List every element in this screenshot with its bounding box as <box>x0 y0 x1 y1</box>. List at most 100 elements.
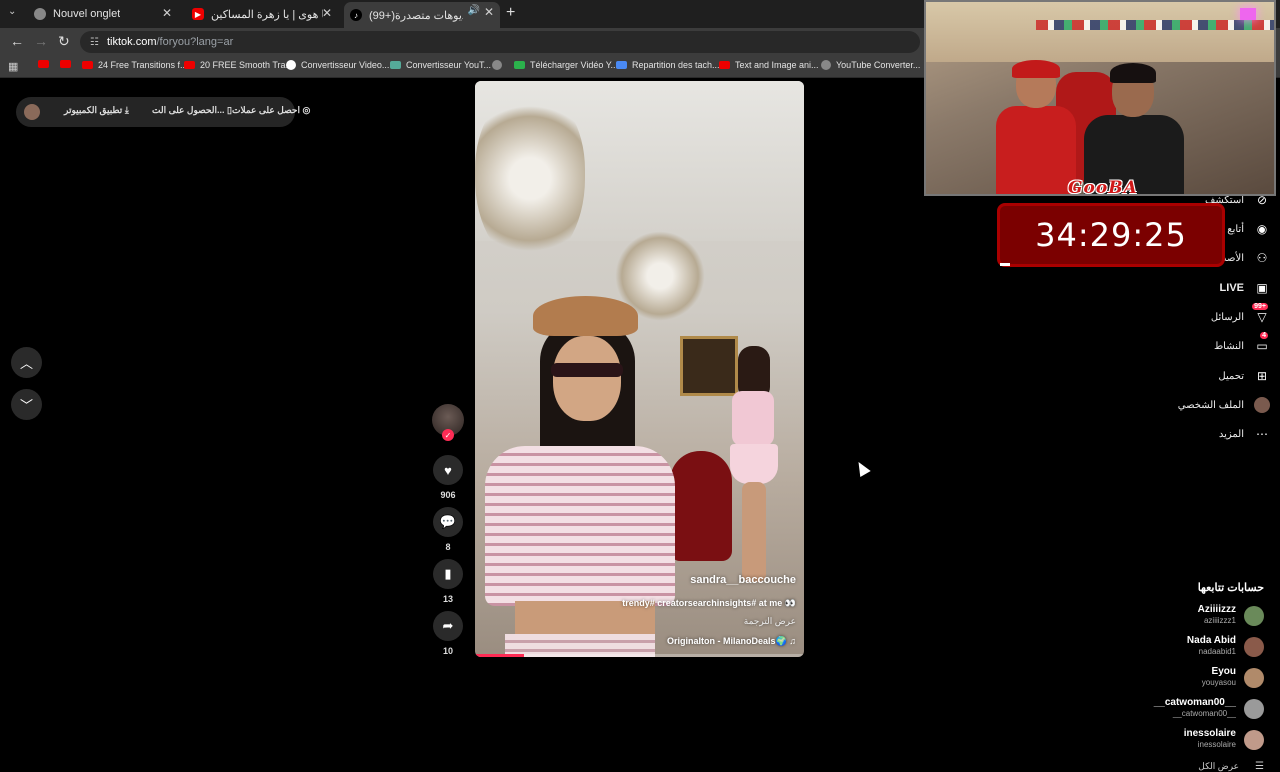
following-account[interactable]: Nada Abid nadaabid1 <box>1104 635 1264 659</box>
tab-tiktok[interactable]: ♪ (99+)شاهد فيديوهات متصدرة 🔊 ✕ <box>344 2 500 28</box>
converter-icon <box>390 61 401 69</box>
address-host: tiktok.com <box>106 36 157 48</box>
tab-title: راجعين يا هوى | يا زهرة المساكين <box>211 8 323 21</box>
apps-grid-icon[interactable]: ▦ <box>8 60 18 73</box>
comment-button[interactable]: 💬 <box>433 507 463 537</box>
tab-title: (99+)شاهد فيديوهات متصدرة <box>369 9 463 22</box>
timer-progress <box>1000 263 1010 266</box>
bookmark-item[interactable]: Télécharger Vidéo Y... <box>514 60 618 70</box>
comment-count: 8 <box>445 542 451 552</box>
check-icon[interactable]: ✓ <box>442 429 454 441</box>
tab-title: Nouvel onglet <box>53 8 121 20</box>
following-accounts-heading: حسابات تتابعها <box>1197 582 1264 594</box>
friends-icon: ⚇ <box>1256 251 1268 265</box>
close-icon[interactable]: ✕ <box>322 6 332 20</box>
bookmark-item[interactable]: 20 FREE Smooth Tra... <box>184 60 293 70</box>
google-icon <box>286 60 296 70</box>
youtube-icon <box>184 61 195 69</box>
nav-profile[interactable]: الملف الشخصي <box>1130 394 1270 416</box>
messages-icon: ▽ 99+ <box>1252 303 1268 324</box>
more-icon: ⋯ <box>1256 427 1268 441</box>
nav-messages[interactable]: الرسائل ▽ 99+ <box>1130 303 1270 328</box>
video-player[interactable]: sandra__baccouche trendy# creatorsearchi… <box>475 81 804 657</box>
nav-upload[interactable]: تحميل ⊞ <box>1130 365 1270 387</box>
avatar <box>1244 606 1264 626</box>
messages-badge: 99+ <box>1252 303 1268 310</box>
close-icon[interactable]: ✕ <box>162 6 172 20</box>
nav-more[interactable]: المزيد ⋯ <box>1130 423 1270 445</box>
bookmark-item[interactable]: Text and Image ani... <box>719 60 819 70</box>
tab-youtube-song[interactable]: ▶ راجعين يا هوى | يا زهرة المساكين ✕ <box>186 3 338 25</box>
upload-icon: ⊞ <box>1256 369 1268 383</box>
person-background <box>730 346 780 586</box>
video-author[interactable]: sandra__baccouche <box>690 574 796 586</box>
address-bar[interactable]: ☷ tiktok.com/foryou?lang=ar <box>80 31 920 53</box>
video-progress-bar[interactable] <box>475 654 804 657</box>
bookmark-item[interactable]: Convertisseur Video... <box>286 60 389 70</box>
bookmark-item[interactable]: 24 Free Transitions f... <box>82 60 188 70</box>
download-icon: ⤓ <box>124 105 129 115</box>
tab-new-tab[interactable]: Nouvel onglet ✕ <box>28 3 178 25</box>
like-button[interactable]: ♥ <box>433 455 463 485</box>
get-app-link[interactable]: الحصول على الت... ▯ <box>152 105 232 116</box>
share-button[interactable]: ➦ <box>433 611 463 641</box>
save-count: 13 <box>442 594 453 604</box>
bookmark-item[interactable] <box>60 60 76 68</box>
save-button[interactable]: ▮ <box>433 559 463 589</box>
back-icon[interactable]: ← <box>10 33 24 49</box>
list-icon: ☰ <box>1255 761 1264 772</box>
avatar[interactable] <box>24 104 40 120</box>
tab-search-chevron-icon[interactable]: ⌄ <box>8 6 16 17</box>
bookmark-icon: ▮ <box>444 566 452 581</box>
get-coins-link[interactable]: احصل على عملات ◎ <box>232 105 310 116</box>
bookmark-item[interactable] <box>492 60 507 70</box>
next-video-button[interactable]: ﹀ <box>11 389 42 420</box>
nav-activity[interactable]: النشاط ▭ 4 <box>1130 332 1270 357</box>
address-path: /foryou?lang=ar <box>156 36 234 48</box>
mouse-cursor <box>853 458 871 478</box>
bookmark-item[interactable]: Convertisseur YouT... <box>390 60 491 70</box>
see-translation-link[interactable]: عرض الترجمة <box>744 616 796 627</box>
stream-timer: 34:29:25 <box>997 203 1225 267</box>
following-account[interactable]: __catwoman00__ __catwoman00__ <box>1104 697 1264 721</box>
youtube-icon <box>719 61 730 69</box>
top-actions-pill: تطبيق الكمبيوتر ⤓ الحصول على الت... ▯ اح… <box>16 97 310 127</box>
following-icon: ◉ <box>1256 222 1268 236</box>
tiktok-icon: ♪ <box>350 9 362 21</box>
avatar <box>1244 637 1264 657</box>
coin-icon: ◎ <box>302 105 311 115</box>
streamer-person <box>996 60 1076 194</box>
avatar <box>1244 699 1264 719</box>
following-account[interactable]: Aziiiizzz aziiiizzz1 <box>1104 604 1264 628</box>
forward-icon[interactable]: → <box>34 33 48 49</box>
profile-icon <box>1254 397 1270 413</box>
activity-icon: ▭ 4 <box>1256 332 1268 353</box>
video-progress-fill <box>475 654 525 657</box>
youtube-icon: ▶ <box>192 8 204 20</box>
following-account[interactable]: inessolaire inessolaire <box>1104 728 1264 752</box>
desktop-app-link[interactable]: تطبيق الكمبيوتر ⤓ <box>64 105 129 116</box>
following-account[interactable]: Eyou youyasou <box>1104 666 1264 690</box>
bookmark-item[interactable]: Repartition des tach... <box>616 60 720 70</box>
close-icon[interactable]: ✕ <box>484 5 494 19</box>
reload-icon[interactable]: ↻ <box>58 33 70 50</box>
chrome-icon <box>34 8 46 20</box>
stream-logo: GooBA <box>1068 178 1138 196</box>
comment-icon: 💬 <box>439 514 457 529</box>
download-icon <box>514 61 525 69</box>
chandelier <box>475 91 585 266</box>
see-all-link[interactable]: عرض الكل ☰ <box>1198 761 1264 772</box>
bookmark-item[interactable]: YouTube Converter... <box>821 60 920 70</box>
previous-video-button[interactable]: ︿ <box>11 347 42 378</box>
chevron-down-icon: ﹀ <box>19 398 33 413</box>
webcam-overlay: GooBA <box>924 0 1276 196</box>
rgb-light <box>1240 8 1256 20</box>
speaker-icon[interactable]: 🔊 <box>468 5 480 16</box>
site-info-icon[interactable]: ☷ <box>90 37 99 48</box>
live-icon: ▣ <box>1256 281 1268 295</box>
youtube-icon <box>60 60 71 68</box>
bookmark-item[interactable] <box>38 60 54 68</box>
new-tab-button[interactable]: + <box>506 4 515 22</box>
video-music[interactable]: OriginaIton - MilanoDeals🌍 ♫ <box>667 636 796 647</box>
nav-live[interactable]: LIVE ▣ <box>1130 277 1270 299</box>
